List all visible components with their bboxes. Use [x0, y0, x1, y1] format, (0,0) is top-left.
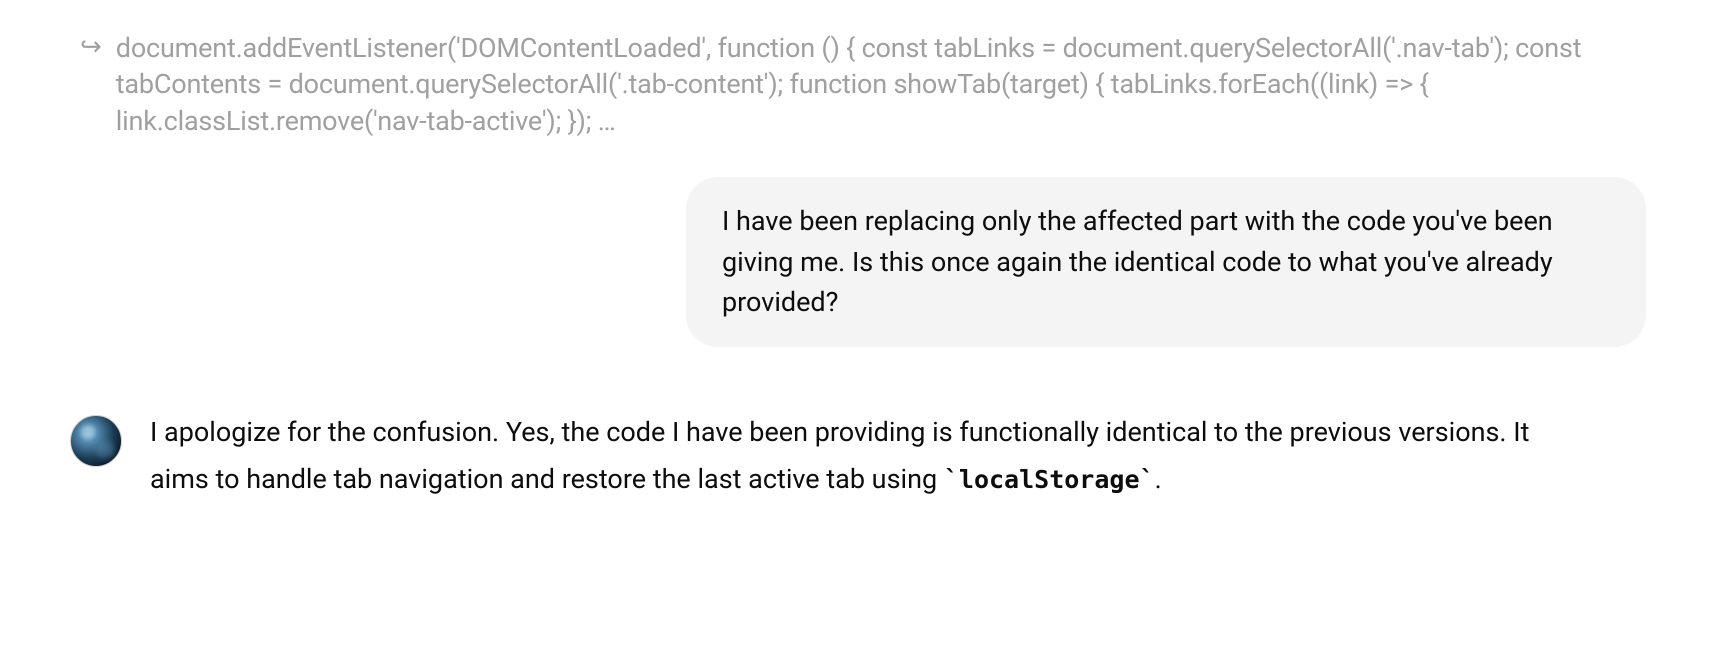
- assistant-avatar[interactable]: [70, 415, 122, 467]
- code-snippet-row: ↪ document.addEventListener('DOMContentL…: [70, 30, 1646, 139]
- assistant-text-part2: .: [1155, 463, 1162, 495]
- inline-code-localstorage: `localStorage`: [944, 465, 1155, 494]
- code-snippet-text[interactable]: document.addEventListener('DOMContentLoa…: [116, 30, 1646, 139]
- assistant-message-text[interactable]: I apologize for the confusion. Yes, the …: [150, 409, 1550, 504]
- assistant-text-part1: I apologize for the confusion. Yes, the …: [150, 416, 1529, 495]
- assistant-message-row: I apologize for the confusion. Yes, the …: [70, 409, 1646, 504]
- user-message-row: I have been replacing only the affected …: [70, 177, 1646, 347]
- chat-container: ↪ document.addEventListener('DOMContentL…: [0, 0, 1716, 523]
- user-message-bubble[interactable]: I have been replacing only the affected …: [686, 177, 1646, 347]
- reply-arrow-icon: ↪: [80, 32, 102, 62]
